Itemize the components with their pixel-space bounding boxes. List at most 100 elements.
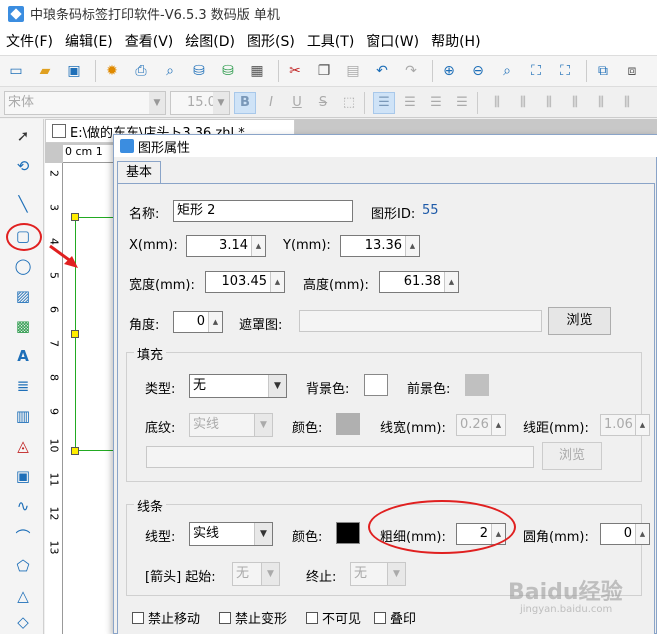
polygon-tool-icon[interactable]: ⬠ bbox=[10, 553, 36, 579]
open-icon[interactable]: ▰ bbox=[33, 59, 57, 83]
rich-text-tool-icon[interactable]: ≣ bbox=[10, 373, 36, 399]
qrcode-tool-icon[interactable]: ▣ bbox=[10, 463, 36, 489]
font-size-select[interactable]: 15.0 ▼ bbox=[170, 90, 230, 115]
underline-button[interactable]: U bbox=[286, 92, 308, 114]
save-icon[interactable]: ▣ bbox=[62, 59, 86, 83]
mask-image-input[interactable] bbox=[299, 310, 542, 332]
strikethrough-button[interactable]: S bbox=[312, 92, 334, 114]
curve-tool-icon[interactable]: ∿ bbox=[10, 493, 36, 519]
pattern-select[interactable]: 实线 ▼ bbox=[189, 413, 273, 437]
group-icon[interactable]: ⧉ bbox=[591, 59, 615, 83]
pattern-color-swatch[interactable] bbox=[336, 413, 360, 435]
stepper-icon[interactable]: ▲▼ bbox=[444, 272, 458, 292]
bg-color-swatch[interactable] bbox=[364, 374, 388, 396]
menu-window[interactable]: 窗口(W) bbox=[366, 31, 419, 51]
stepper-icon[interactable]: ▲▼ bbox=[405, 236, 419, 256]
fit-page-icon[interactable]: ⛶ bbox=[524, 59, 548, 83]
zoom-out-icon[interactable]: ⊖ bbox=[466, 59, 490, 83]
cut-icon[interactable]: ✂ bbox=[283, 59, 307, 83]
fg-color-swatch[interactable] bbox=[465, 374, 489, 396]
lock-resize-checkbox[interactable]: 禁止变形 bbox=[219, 608, 287, 627]
italic-button[interactable]: I bbox=[260, 92, 282, 114]
text-effect-icon[interactable]: ⬚ bbox=[338, 92, 360, 114]
align-center-icon[interactable]: ☰ bbox=[399, 92, 421, 114]
menu-help[interactable]: 帮助(H) bbox=[431, 31, 480, 51]
arrow-start-select[interactable]: 无 ▼ bbox=[232, 562, 280, 586]
x-input[interactable]: 3.14 ▲▼ bbox=[186, 235, 266, 257]
grid-icon[interactable]: ▦ bbox=[245, 59, 269, 83]
tab-basic[interactable]: 基本 bbox=[117, 161, 161, 183]
menu-shape[interactable]: 图形(S) bbox=[247, 31, 295, 51]
resize-handle[interactable] bbox=[71, 330, 79, 338]
checkbox-box[interactable] bbox=[219, 611, 231, 624]
font-family-select[interactable]: 宋体 ▼ bbox=[4, 90, 166, 115]
stepper-icon[interactable]: ▲▼ bbox=[635, 524, 649, 544]
fill-image-input[interactable] bbox=[146, 446, 534, 468]
print-preview-icon[interactable]: ⌕ bbox=[158, 59, 182, 83]
align-left-icon[interactable]: ☰ bbox=[373, 91, 395, 114]
rotate-icon[interactable]: ⟲ bbox=[10, 153, 36, 179]
ungroup-icon[interactable]: ⧈ bbox=[620, 59, 644, 83]
browse-fill-button[interactable]: 浏览 bbox=[542, 442, 602, 470]
zoom-icon[interactable]: ⌕ bbox=[495, 59, 519, 83]
width-input[interactable]: 103.45 ▲▼ bbox=[205, 271, 285, 293]
distribute-top-icon[interactable]: ⫼ bbox=[564, 92, 586, 114]
image-tool-icon[interactable]: ▨ bbox=[10, 283, 36, 309]
angle-input[interactable]: 0 ▲▼ bbox=[173, 311, 223, 333]
copy-icon[interactable]: ❐ bbox=[312, 59, 336, 83]
align-right-icon[interactable]: ☰ bbox=[425, 92, 447, 114]
name-input[interactable]: 矩形 2 bbox=[173, 200, 353, 222]
checkbox-box[interactable] bbox=[306, 611, 318, 624]
zoom-in-icon[interactable]: ⊕ bbox=[437, 59, 461, 83]
ellipse-tool-icon[interactable]: ◯ bbox=[10, 253, 36, 279]
menu-view[interactable]: 查看(V) bbox=[125, 31, 174, 51]
stepper-icon[interactable]: ▲▼ bbox=[635, 415, 649, 435]
stepper-icon[interactable]: ▲▼ bbox=[491, 415, 505, 435]
menu-file[interactable]: 文件(F) bbox=[6, 31, 53, 51]
fit-width-icon[interactable]: ⛶ bbox=[553, 59, 577, 83]
settings-gear-icon[interactable]: ✹ bbox=[100, 59, 124, 83]
menu-tools[interactable]: 工具(T) bbox=[307, 31, 354, 51]
resize-handle[interactable] bbox=[71, 447, 79, 455]
triangle-tool-icon[interactable]: △ bbox=[10, 583, 36, 609]
align-justify-icon[interactable]: ☰ bbox=[451, 92, 473, 114]
line-tool-icon[interactable]: ╲ bbox=[10, 191, 36, 217]
corner-radius-input[interactable]: 0 ▲▼ bbox=[600, 523, 650, 545]
new-icon[interactable]: ▭ bbox=[4, 59, 28, 83]
resize-handle[interactable] bbox=[71, 213, 79, 221]
checkbox-box[interactable] bbox=[374, 611, 386, 624]
distribute-right-icon[interactable]: ⫼ bbox=[538, 92, 560, 114]
undo-icon[interactable]: ↶ bbox=[370, 59, 394, 83]
menu-edit[interactable]: 编辑(E) bbox=[65, 31, 113, 51]
diamond-tool-icon[interactable]: ◇ bbox=[10, 609, 36, 634]
menu-draw[interactable]: 绘图(D) bbox=[185, 31, 235, 51]
distribute-bottom-icon[interactable]: ⫼ bbox=[616, 92, 638, 114]
select-pointer-icon[interactable]: ➚ bbox=[10, 123, 36, 149]
arrow-end-select[interactable]: 无 ▼ bbox=[350, 562, 406, 586]
line-width-input[interactable]: 0.26 ▲▼ bbox=[456, 414, 506, 436]
redo-icon[interactable]: ↷ bbox=[399, 59, 423, 83]
paste-icon[interactable]: ▤ bbox=[341, 59, 365, 83]
height-input[interactable]: 61.38 ▲▼ bbox=[379, 271, 459, 293]
picture-tool-icon[interactable]: ▩ bbox=[10, 313, 36, 339]
stepper-icon[interactable]: ▲▼ bbox=[270, 272, 284, 292]
line-type-select[interactable]: 实线 ▼ bbox=[189, 522, 273, 546]
print-icon[interactable]: ⎙ bbox=[129, 59, 153, 83]
invisible-checkbox[interactable]: 不可见 bbox=[306, 608, 361, 627]
distribute-center-icon[interactable]: ⫼ bbox=[512, 92, 534, 114]
text-tool-icon[interactable]: A bbox=[10, 343, 36, 369]
shape-tool-icon[interactable]: ◬ bbox=[10, 433, 36, 459]
barcode-tool-icon[interactable]: ▥ bbox=[10, 403, 36, 429]
arc-tool-icon[interactable]: ⌒ bbox=[10, 523, 36, 549]
line-color-swatch[interactable] bbox=[336, 522, 360, 544]
database-settings-icon[interactable]: ⛁ bbox=[216, 59, 240, 83]
stepper-icon[interactable]: ▲▼ bbox=[251, 236, 265, 256]
y-input[interactable]: 13.36 ▲▼ bbox=[340, 235, 420, 257]
fill-type-select[interactable]: 无 ▼ bbox=[189, 374, 287, 398]
checkbox-box[interactable] bbox=[132, 611, 144, 624]
bold-button[interactable]: B bbox=[234, 91, 256, 114]
line-spacing-input[interactable]: 1.06 ▲▼ bbox=[600, 414, 650, 436]
lock-move-checkbox[interactable]: 禁止移动 bbox=[132, 608, 200, 627]
distribute-middle-icon[interactable]: ⫼ bbox=[590, 92, 612, 114]
distribute-left-icon[interactable]: ⫼ bbox=[486, 92, 508, 114]
